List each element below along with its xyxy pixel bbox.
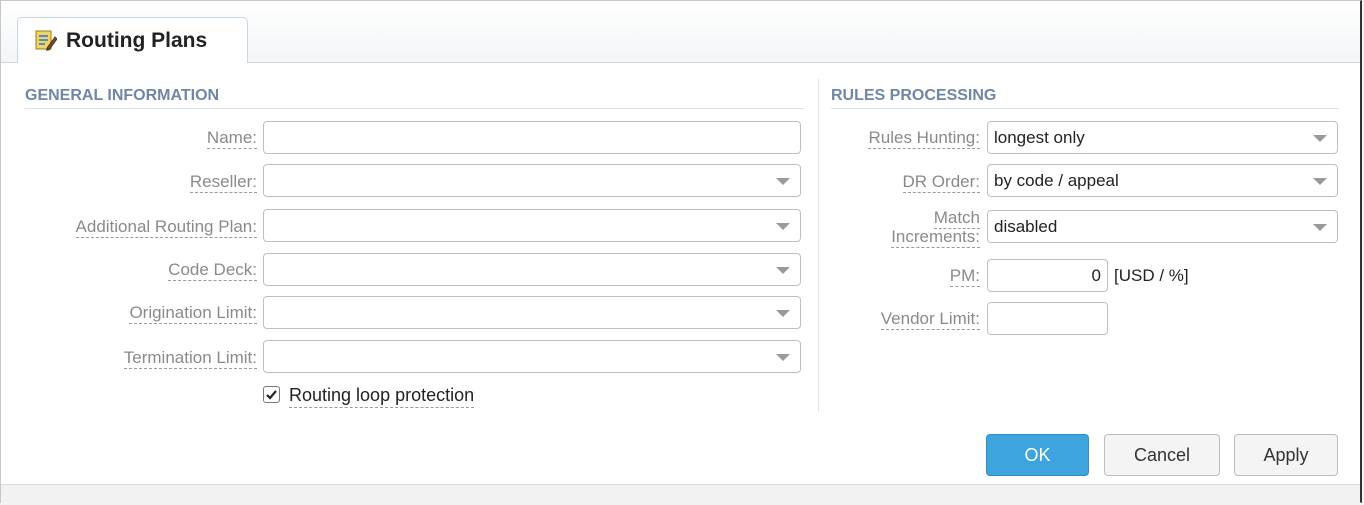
chevron-down-icon	[776, 178, 790, 185]
rules-section-divider	[831, 108, 1339, 109]
match-increments-label: Match Increments:	[891, 208, 980, 248]
chevron-down-icon	[776, 354, 790, 361]
routing-plan-edit-icon	[35, 29, 58, 51]
dr-order-value: by code / appeal	[994, 171, 1119, 190]
routing-plan-dialog: Routing Plans GENERAL INFORMATION Name: …	[0, 0, 1362, 504]
general-section-divider	[25, 108, 804, 109]
tab-routing-plans[interactable]: Routing Plans	[17, 17, 248, 63]
rules-hunting-value: longest only	[994, 128, 1085, 147]
match-increments-select[interactable]: disabled	[987, 210, 1338, 243]
name-label: Name:	[206, 128, 257, 149]
chevron-down-icon	[776, 223, 790, 230]
general-information-title: GENERAL INFORMATION	[25, 87, 220, 104]
dialog-footer	[1, 484, 1360, 504]
chevron-down-icon	[1313, 224, 1327, 231]
checkmark-icon	[266, 390, 277, 400]
apply-button[interactable]: Apply	[1234, 434, 1338, 476]
origination-limit-label: Origination Limit:	[129, 303, 257, 324]
additional-routing-plan-label: Additional Routing Plan:	[75, 217, 257, 238]
vendor-limit-input[interactable]	[987, 302, 1108, 335]
ok-button[interactable]: OK	[986, 434, 1089, 476]
chevron-down-icon	[776, 267, 790, 274]
pm-unit: [USD / %]	[1114, 266, 1189, 285]
code-deck-label: Code Deck:	[168, 260, 257, 281]
routing-loop-protection-label[interactable]: Routing loop protection	[289, 385, 475, 408]
routing-loop-protection-checkbox[interactable]	[263, 386, 280, 403]
additional-routing-plan-select[interactable]	[263, 209, 801, 242]
dr-order-label: DR Order:	[902, 172, 980, 193]
chevron-down-icon	[776, 310, 790, 317]
chevron-down-icon	[1313, 135, 1327, 142]
name-input[interactable]	[263, 121, 801, 154]
rules-processing-title: RULES PROCESSING	[831, 87, 997, 104]
pm-label: PM:	[949, 266, 980, 287]
dr-order-select[interactable]: by code / appeal	[987, 164, 1338, 197]
termination-limit-select[interactable]	[263, 340, 801, 373]
tab-title: Routing Plans	[66, 29, 208, 52]
tab-bar: Routing Plans	[1, 1, 1360, 63]
termination-limit-label: Termination Limit:	[123, 348, 257, 369]
cancel-button[interactable]: Cancel	[1104, 434, 1220, 476]
pm-input[interactable]: 0	[987, 259, 1108, 292]
reseller-select[interactable]	[263, 164, 801, 197]
code-deck-select[interactable]	[263, 253, 801, 286]
rules-hunting-select[interactable]: longest only	[987, 121, 1338, 154]
chevron-down-icon	[1313, 178, 1327, 185]
reseller-label: Reseller:	[189, 172, 257, 193]
vendor-limit-label: Vendor Limit:	[880, 309, 980, 330]
rules-hunting-label: Rules Hunting:	[868, 128, 980, 149]
section-separator	[818, 79, 819, 412]
origination-limit-select[interactable]	[263, 296, 801, 329]
match-increments-value: disabled	[994, 217, 1058, 236]
